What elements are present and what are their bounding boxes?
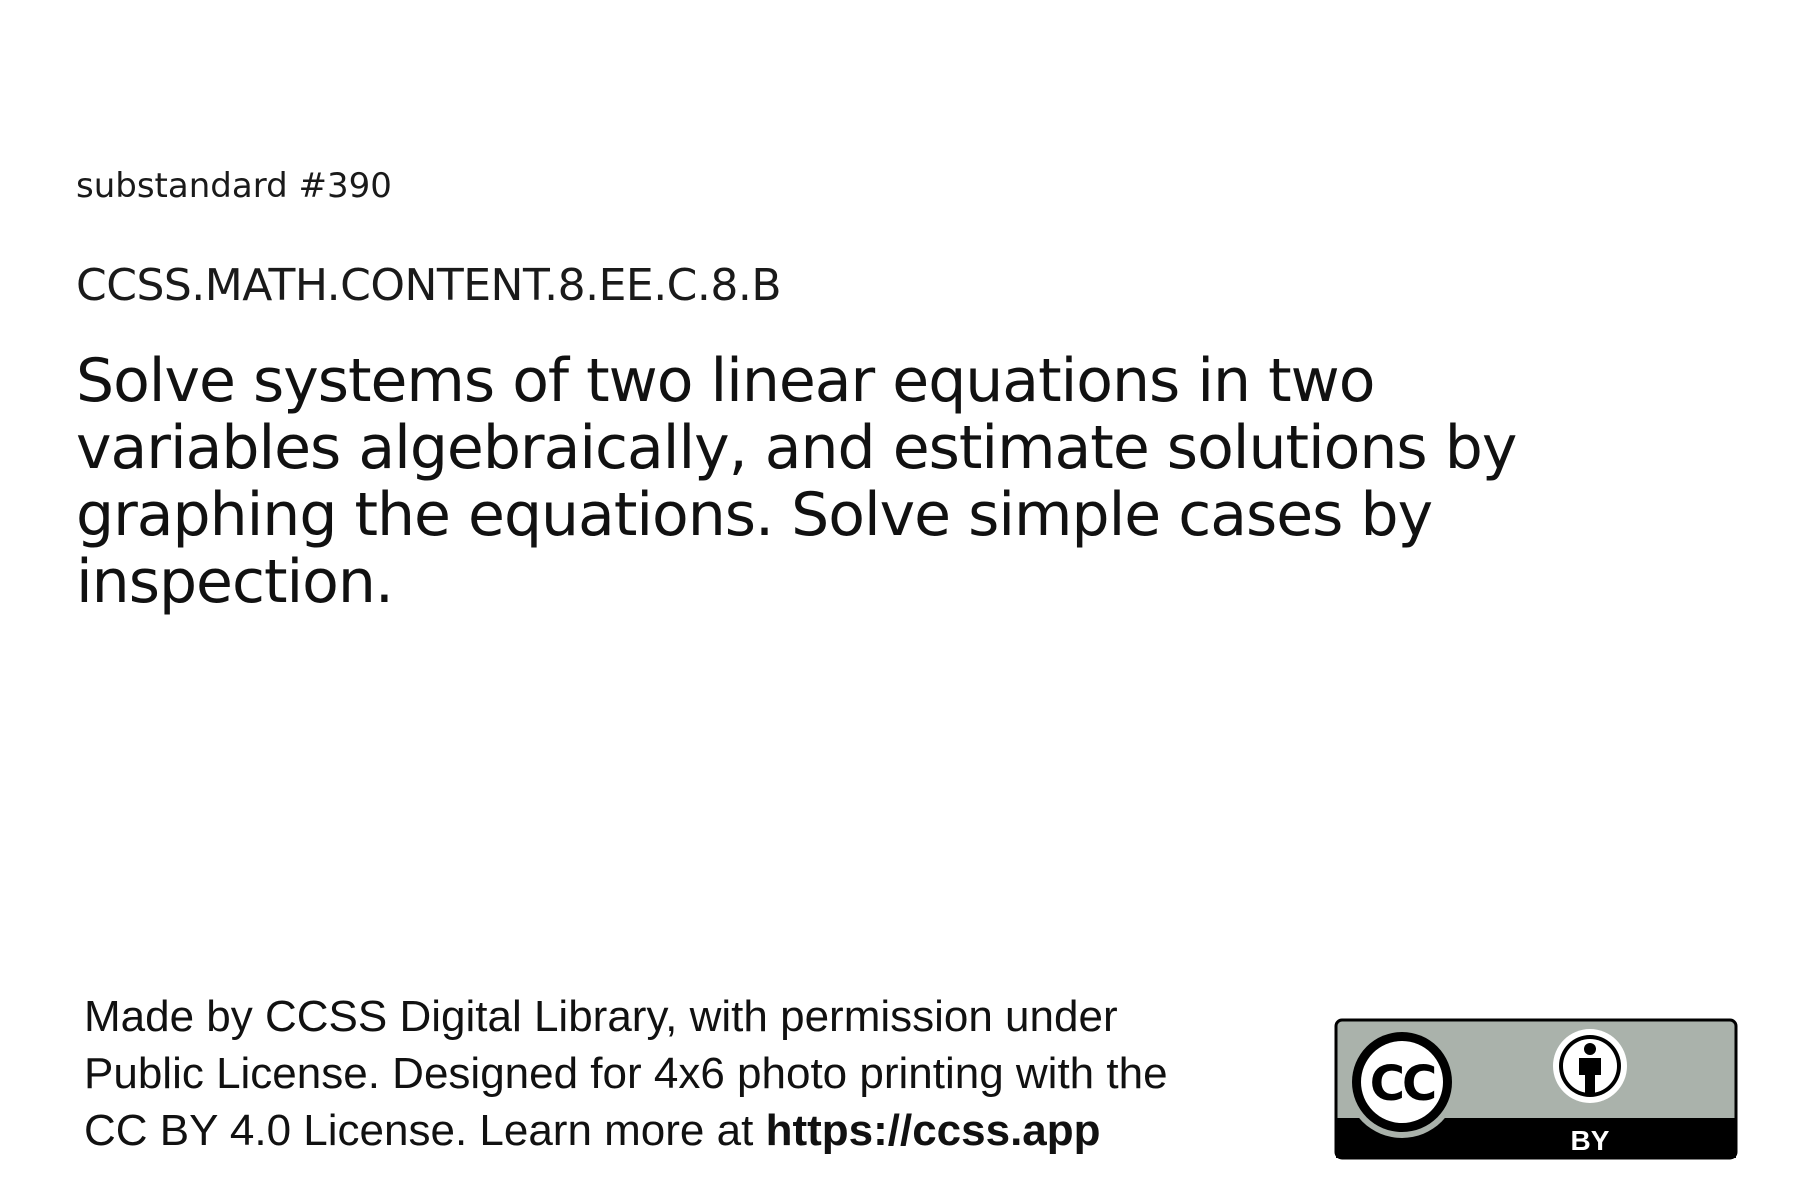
attribution-line-2: Public License. Designed for 4x6 photo p… (84, 1049, 1168, 1098)
standard-code: CCSS.MATH.CONTENT.8.EE.C.8.B (76, 260, 782, 311)
standard-card: substandard #390 CCSS.MATH.CONTENT.8.EE.… (0, 0, 1800, 1200)
cc-by-license-icon: CC BY (1334, 1018, 1738, 1160)
license-attribution: Made by CCSS Digital Library, with permi… (84, 988, 1344, 1159)
attribution-line-3: CC BY 4.0 License. Learn more at https:/… (84, 1102, 1344, 1159)
standard-description: Solve systems of two linear equations in… (76, 346, 1517, 617)
ccss-app-link[interactable]: https://ccss.app (766, 1106, 1101, 1155)
cc-text: CC (1370, 1056, 1435, 1112)
by-text: BY (1571, 1125, 1610, 1156)
attribution-line-1: Made by CCSS Digital Library, with permi… (84, 992, 1118, 1041)
substandard-number: substandard #390 (76, 166, 392, 206)
person-head-icon (1584, 1043, 1596, 1055)
attribution-line-3-text: CC BY 4.0 License. Learn more at (84, 1106, 766, 1155)
